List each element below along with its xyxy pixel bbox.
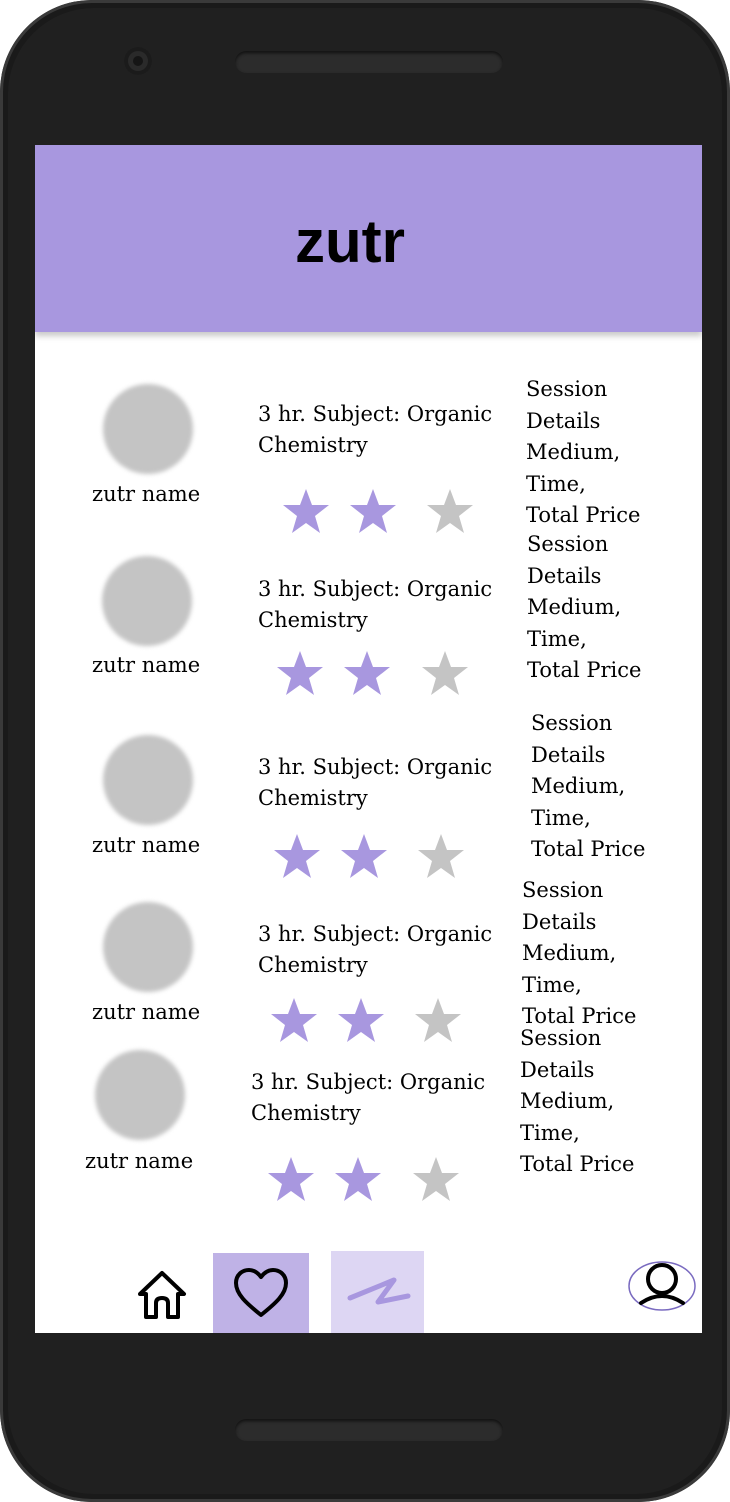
session-detail-line: Medium,: [526, 440, 621, 465]
star-filled-icon: [350, 489, 396, 533]
subject-line-2: Chemistry: [258, 953, 368, 977]
star-empty-icon: [427, 489, 473, 533]
session-subject: 3 hr. Subject: Organic Chemistry: [258, 752, 508, 814]
nav-zutr[interactable]: [331, 1251, 424, 1333]
subject-line-2: Chemistry: [258, 786, 368, 810]
session-card[interactable]: zutr name 3 hr. Subject: Organic Chemistry…: [35, 1026, 702, 1201]
star-empty-icon: [422, 651, 468, 695]
session-detail-line: Medium,: [522, 941, 617, 966]
bottom-speaker: [235, 1419, 503, 1441]
star-filled-icon: [335, 1157, 381, 1201]
zutr-logo-icon: [347, 1277, 410, 1305]
star-filled-icon: [268, 1157, 314, 1201]
session-detail-line: Total Price: [531, 837, 646, 862]
session-detail-line: Time,: [527, 626, 587, 651]
session-detail-line: Details: [527, 563, 602, 588]
session-detail-line: Session: [522, 878, 604, 902]
tutor-avatar[interactable]: [103, 902, 193, 992]
tutor-avatar[interactable]: [103, 384, 193, 474]
profile-icon: [628, 1261, 696, 1311]
session-details: Session Details Medium, Time, Total Price: [520, 1023, 660, 1181]
star-filled-icon: [277, 651, 323, 695]
session-details: Session Details Medium, Time, Total Price: [522, 875, 662, 1033]
subject-line-1: 3 hr. Subject: Organic: [258, 402, 493, 426]
session-details: Session Details Medium, Time, Total Price: [531, 708, 671, 866]
subject-line-1: 3 hr. Subject: Organic: [258, 577, 493, 601]
session-detail-line: Details: [526, 408, 601, 433]
session-detail-line: Time,: [520, 1120, 580, 1145]
tutor-name: zutr name: [85, 1149, 194, 1173]
home-icon: [138, 1271, 186, 1319]
session-detail-line: Session: [527, 532, 609, 556]
subject-line-2: Chemistry: [258, 433, 368, 457]
session-details: Session Details Medium, Time, Total Price: [527, 529, 667, 687]
session-detail-line: Medium,: [520, 1089, 615, 1114]
subject-line-2: Chemistry: [258, 608, 368, 632]
star-filled-icon: [283, 489, 329, 533]
session-detail-line: Total Price: [520, 1152, 635, 1177]
session-detail-line: Session: [520, 1026, 602, 1050]
session-detail-line: Time,: [522, 972, 582, 997]
session-detail-line: Time,: [526, 471, 586, 496]
tutor-avatar[interactable]: [103, 735, 193, 825]
subject-line-2: Chemistry: [251, 1101, 361, 1125]
app-header: zutr: [35, 145, 702, 332]
session-detail-line: Details: [522, 909, 597, 934]
session-detail-line: Details: [520, 1057, 595, 1082]
session-subject: 3 hr. Subject: Organic Chemistry: [251, 1067, 501, 1129]
subject-line-1: 3 hr. Subject: Organic: [251, 1070, 486, 1094]
star-empty-icon: [413, 1157, 459, 1201]
tutor-name: zutr name: [92, 1000, 201, 1024]
top-speaker: [235, 51, 503, 73]
subject-line-1: 3 hr. Subject: Organic: [258, 922, 493, 946]
subject-line-1: 3 hr. Subject: Organic: [258, 755, 493, 779]
session-details: Session Details Medium, Time, Total Price: [526, 374, 666, 532]
phone-frame: zutr zutr name 3 hr. Subject: Organic Chem…: [0, 0, 730, 1502]
session-detail-line: Total Price: [526, 503, 641, 528]
heart-icon: [234, 1268, 288, 1317]
session-detail-line: Time,: [531, 805, 591, 830]
session-card[interactable]: zutr name 3 hr. Subject: Organic Chemistry…: [35, 374, 702, 534]
star-filled-icon: [344, 651, 390, 695]
star-empty-icon: [418, 834, 464, 878]
session-detail-line: Medium,: [527, 595, 622, 620]
session-subject: 3 hr. Subject: Organic Chemistry: [258, 574, 508, 636]
star-filled-icon: [341, 834, 387, 878]
tutor-name: zutr name: [92, 482, 201, 506]
bottom-nav: [35, 1245, 702, 1333]
nav-favorites[interactable]: [213, 1253, 309, 1333]
tutor-name: zutr name: [92, 653, 201, 677]
session-detail-line: Details: [531, 742, 606, 767]
tutor-avatar[interactable]: [102, 556, 192, 646]
app-title: zutr: [295, 208, 405, 275]
session-card[interactable]: zutr name 3 hr. Subject: Organic Chemistry…: [35, 532, 702, 703]
session-subject: 3 hr. Subject: Organic Chemistry: [258, 399, 508, 461]
session-card[interactable]: zutr name 3 hr. Subject: Organic Chemistry…: [35, 711, 702, 882]
nav-home[interactable]: [130, 1263, 194, 1327]
session-subject: 3 hr. Subject: Organic Chemistry: [258, 919, 508, 981]
session-detail-line: Medium,: [531, 774, 626, 799]
session-detail-line: Session: [531, 711, 613, 735]
session-detail-line: Total Price: [527, 658, 642, 683]
session-detail-line: Session: [526, 377, 608, 401]
star-filled-icon: [274, 834, 320, 878]
front-camera: [124, 47, 152, 75]
nav-profile[interactable]: [627, 1259, 697, 1313]
tutor-avatar[interactable]: [95, 1050, 185, 1140]
app-screen: zutr zutr name 3 hr. Subject: Organic Chem…: [35, 145, 702, 1333]
tutor-name: zutr name: [92, 833, 201, 857]
